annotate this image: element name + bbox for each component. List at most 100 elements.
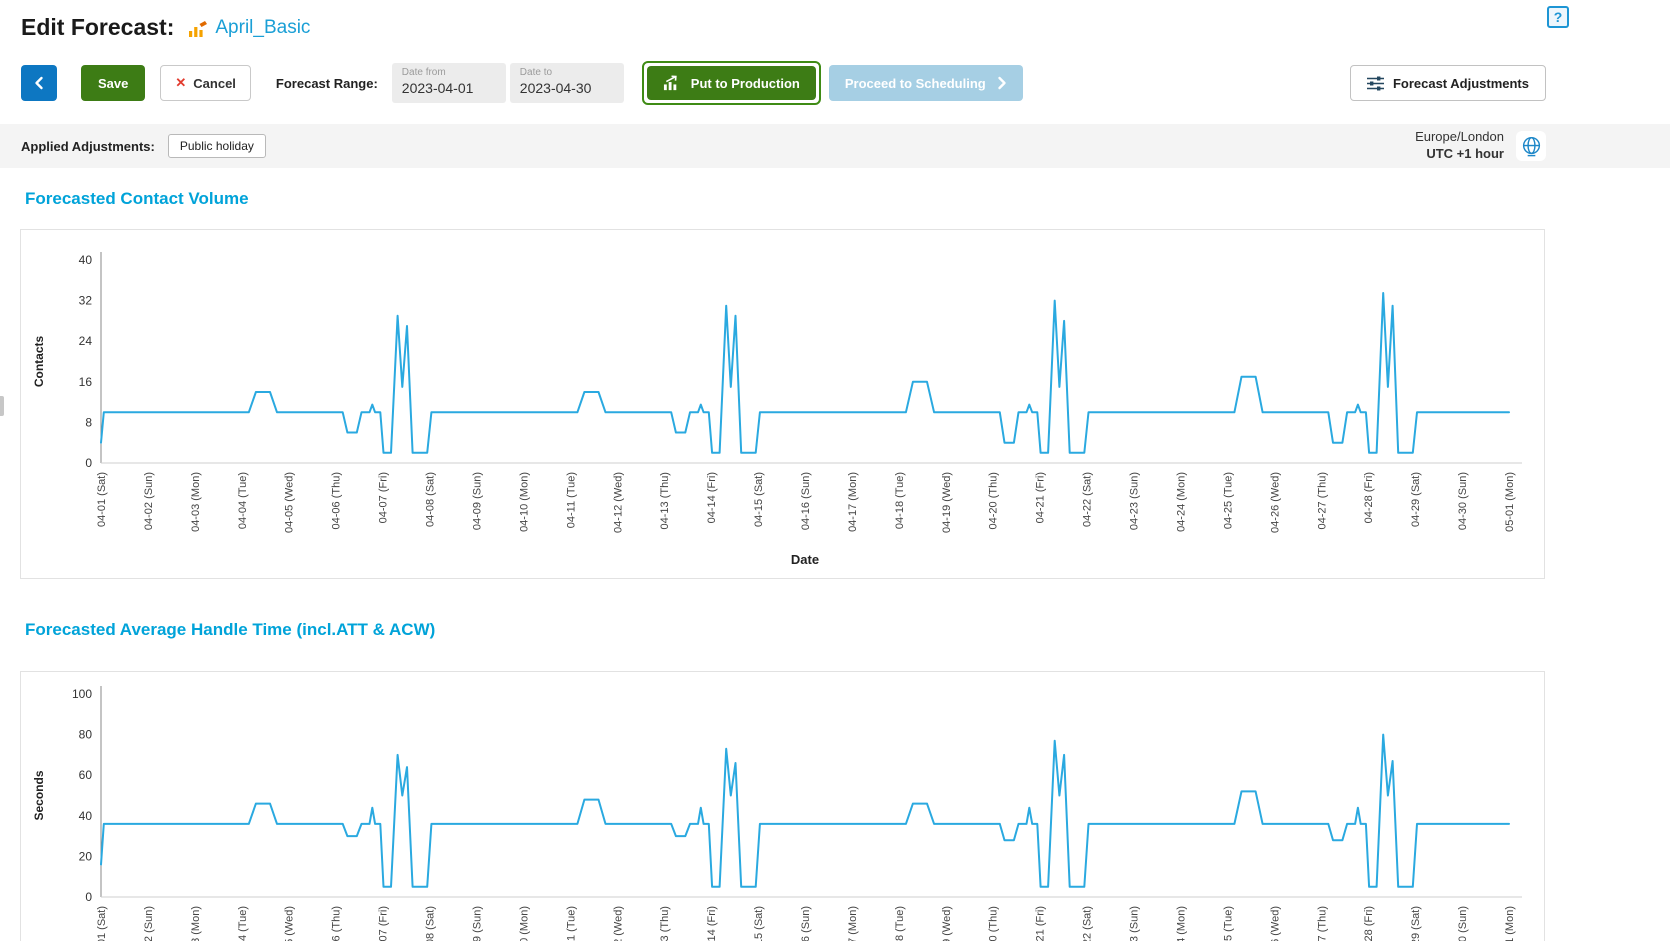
svg-text:04-20 (Thu): 04-20 (Thu) (988, 472, 1000, 529)
cancel-label: Cancel (193, 76, 236, 91)
svg-text:8: 8 (85, 415, 92, 429)
svg-text:04-07 (Fri): 04-07 (Fri) (378, 906, 390, 941)
date-from-value: 2023-04-01 (402, 80, 496, 96)
sliders-icon (1367, 76, 1384, 91)
svg-text:04-17 (Mon): 04-17 (Mon) (847, 472, 859, 532)
svg-text:04-09 (Sun): 04-09 (Sun) (471, 906, 483, 941)
help-button[interactable]: ? (1547, 6, 1569, 28)
svg-text:04-09 (Sun): 04-09 (Sun) (471, 472, 483, 530)
svg-text:04-11 (Tue): 04-11 (Tue) (565, 906, 577, 941)
date-to-label: Date to (520, 67, 614, 78)
svg-text:80: 80 (79, 728, 93, 742)
svg-text:04-29 (Sat): 04-29 (Sat) (1410, 472, 1422, 527)
svg-text:04-25 (Tue): 04-25 (Tue) (1222, 472, 1234, 529)
svg-text:04-08 (Sat): 04-08 (Sat) (425, 472, 437, 527)
svg-text:04-04 (Tue): 04-04 (Tue) (237, 906, 249, 941)
charts-area: Forecasted Contact Volume 0 8 16 24 32 40 04-0… (0, 189, 1670, 941)
svg-text:Seconds: Seconds (32, 770, 46, 820)
put-to-production-button[interactable]: Put to Production (647, 66, 816, 100)
svg-text:04-06 (Thu): 04-06 (Thu) (331, 472, 343, 529)
svg-text:04-13 (Thu): 04-13 (Thu) (659, 472, 671, 529)
svg-text:04-02 (Sun): 04-02 (Sun) (143, 906, 155, 941)
svg-text:04-21 (Fri): 04-21 (Fri) (1035, 906, 1047, 941)
forecast-name-link[interactable]: April_Basic (215, 17, 310, 39)
svg-text:04-12 (Wed): 04-12 (Wed) (612, 472, 624, 533)
svg-text:32: 32 (79, 294, 93, 308)
svg-text:0: 0 (85, 456, 92, 470)
svg-text:04-27 (Thu): 04-27 (Thu) (1316, 906, 1328, 941)
globe-icon (1520, 135, 1543, 158)
svg-text:100: 100 (72, 687, 92, 701)
svg-text:Date: Date (791, 552, 819, 567)
svg-text:04-07 (Fri): 04-07 (Fri) (378, 472, 390, 523)
svg-text:04-15 (Sat): 04-15 (Sat) (753, 906, 765, 941)
forecast-chart-icon (187, 20, 208, 39)
svg-text:04-10 (Mon): 04-10 (Mon) (518, 472, 530, 532)
svg-text:04-16 (Sun): 04-16 (Sun) (800, 906, 812, 941)
chart-title-aht: Forecasted Average Handle Time (incl.ATT… (25, 620, 1670, 640)
forecast-adjustments-button[interactable]: Forecast Adjustments (1350, 65, 1546, 101)
timezone-region: Europe/London (1415, 129, 1504, 146)
svg-text:04-03 (Mon): 04-03 (Mon) (190, 906, 202, 941)
save-button[interactable]: Save (81, 65, 145, 101)
svg-text:60: 60 (79, 768, 93, 782)
svg-text:04-24 (Mon): 04-24 (Mon) (1175, 472, 1187, 532)
date-to-field[interactable]: Date to 2023-04-30 (510, 63, 624, 103)
panel-resize-handle[interactable] (0, 396, 4, 416)
adjustment-chip-public-holiday[interactable]: Public holiday (168, 134, 266, 158)
svg-text:04-06 (Thu): 04-06 (Thu) (331, 906, 343, 941)
svg-text:04-03 (Mon): 04-03 (Mon) (190, 472, 202, 532)
svg-text:04-18 (Tue): 04-18 (Tue) (894, 906, 906, 941)
applied-adjustments-label: Applied Adjustments: (21, 139, 155, 154)
date-to-value: 2023-04-30 (520, 80, 614, 96)
proceed-to-scheduling-button[interactable]: Proceed to Scheduling (829, 65, 1023, 101)
page-header: Edit Forecast: April_Basic (0, 0, 1670, 41)
svg-text:04-26 (Wed): 04-26 (Wed) (1269, 906, 1281, 941)
svg-text:24: 24 (79, 334, 93, 348)
svg-text:04-21 (Fri): 04-21 (Fri) (1035, 472, 1047, 523)
put-to-production-focus-ring: Put to Production (642, 61, 821, 105)
svg-text:16: 16 (79, 375, 93, 389)
timezone-offset: UTC +1 hour (1415, 146, 1504, 163)
chart-title-contact-volume: Forecasted Contact Volume (25, 189, 1670, 209)
applied-adjustments-bar: Applied Adjustments: Public holiday Euro… (0, 124, 1670, 168)
svg-text:04-19 (Wed): 04-19 (Wed) (941, 472, 953, 533)
svg-text:04-05 (Wed): 04-05 (Wed) (284, 906, 296, 941)
svg-text:04-05 (Wed): 04-05 (Wed) (284, 472, 296, 533)
svg-text:04-18 (Tue): 04-18 (Tue) (894, 472, 906, 529)
timezone-globe-button[interactable] (1516, 131, 1546, 161)
svg-text:40: 40 (79, 253, 93, 267)
svg-text:20: 20 (79, 849, 93, 863)
svg-text:04-15 (Sat): 04-15 (Sat) (753, 472, 765, 527)
date-from-field[interactable]: Date from 2023-04-01 (392, 63, 506, 103)
svg-text:04-17 (Mon): 04-17 (Mon) (847, 906, 859, 941)
svg-text:04-12 (Wed): 04-12 (Wed) (612, 906, 624, 941)
toolbar: Save ✕ Cancel Forecast Range: Date from … (0, 61, 1546, 105)
page-title: Edit Forecast: (21, 14, 174, 41)
proceed-label: Proceed to Scheduling (845, 76, 986, 91)
svg-text:04-25 (Tue): 04-25 (Tue) (1222, 906, 1234, 941)
svg-text:04-16 (Sun): 04-16 (Sun) (800, 472, 812, 530)
svg-text:04-02 (Sun): 04-02 (Sun) (143, 472, 155, 530)
aht-chart[interactable]: 02040608010004-01 (Sat)04-02 (Sun)04-03 … (20, 671, 1545, 941)
cancel-button[interactable]: ✕ Cancel (160, 65, 251, 101)
forecast-adjustments-label: Forecast Adjustments (1393, 76, 1529, 91)
svg-text:0: 0 (85, 890, 92, 904)
svg-text:04-20 (Thu): 04-20 (Thu) (988, 906, 1000, 941)
svg-text:04-28 (Fri): 04-28 (Fri) (1363, 906, 1375, 941)
chevron-left-icon (33, 76, 45, 90)
svg-text:04-28 (Fri): 04-28 (Fri) (1363, 472, 1375, 523)
svg-text:05-01 (Mon): 05-01 (Mon) (1504, 906, 1516, 941)
chevron-right-icon (997, 76, 1007, 90)
svg-text:04-04 (Tue): 04-04 (Tue) (237, 472, 249, 529)
back-button[interactable] (21, 65, 57, 101)
edit-forecast-page: ? Edit Forecast: April_Basic Save ✕ Canc… (0, 0, 1670, 941)
svg-text:04-30 (Sun): 04-30 (Sun) (1457, 472, 1469, 530)
cancel-x-icon: ✕ (175, 75, 186, 91)
svg-text:05-01 (Mon): 05-01 (Mon) (1504, 472, 1516, 532)
svg-text:04-26 (Wed): 04-26 (Wed) (1269, 472, 1281, 533)
aht-section: Forecasted Average Handle Time (incl.ATT… (0, 620, 1670, 941)
contact-volume-chart[interactable]: 081624324004-01 (Sat)04-02 (Sun)04-03 (M… (20, 229, 1545, 579)
svg-text:04-10 (Mon): 04-10 (Mon) (518, 906, 530, 941)
production-chart-icon (663, 75, 682, 91)
